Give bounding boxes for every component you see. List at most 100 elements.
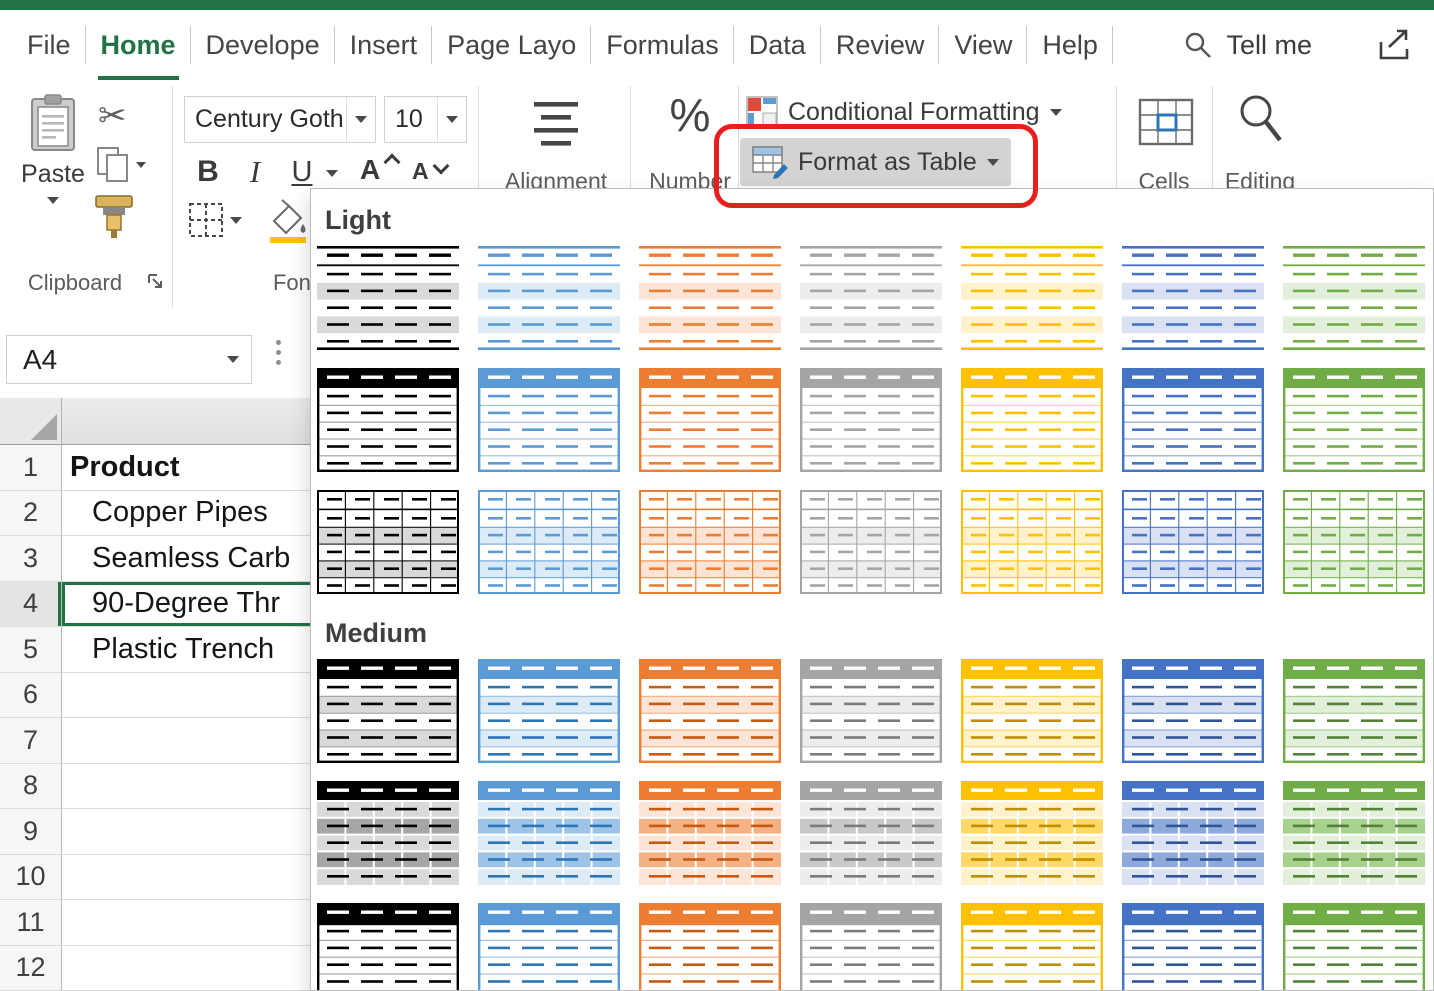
borders-button[interactable] [188, 202, 242, 238]
table-style-medium-20[interactable] [1122, 903, 1264, 991]
table-style-medium-2[interactable] [478, 659, 620, 763]
table-style-medium-7[interactable] [1283, 659, 1425, 763]
tab-data[interactable]: Data [734, 10, 821, 80]
row-header-11[interactable]: 11 [0, 900, 62, 946]
table-style-light-15[interactable] [317, 490, 459, 594]
paste-button[interactable]: Paste [14, 88, 92, 262]
format-as-table-button[interactable]: Format as Table [740, 138, 1011, 186]
bold-button[interactable]: B [190, 150, 226, 194]
table-style-light-1[interactable] [317, 246, 459, 350]
table-style-medium-12[interactable] [961, 781, 1103, 885]
format-as-table-icon [752, 145, 788, 179]
tab-page-layo[interactable]: Page Layo [432, 10, 591, 80]
table-style-medium-15[interactable] [317, 903, 459, 991]
font-size-select[interactable]: 10 [384, 96, 467, 143]
row-header-3[interactable]: 3 [0, 536, 62, 582]
row-header-6[interactable]: 6 [0, 673, 62, 719]
table-style-medium-21[interactable] [1283, 903, 1425, 991]
tab-develope[interactable]: Develope [191, 10, 335, 80]
tell-me-button[interactable]: Tell me [1184, 10, 1312, 80]
conditional-formatting-icon [746, 96, 778, 128]
table-style-light-19[interactable] [961, 490, 1103, 594]
table-style-light-16[interactable] [478, 490, 620, 594]
row-header-4[interactable]: 4 [0, 582, 62, 628]
formula-bar-splitter-icon[interactable] [276, 340, 281, 365]
row-header-1[interactable]: 1 [0, 445, 62, 491]
alignment-group-button[interactable] [534, 98, 578, 155]
decrease-font-size-button[interactable]: A [412, 158, 447, 185]
table-style-medium-13[interactable] [1122, 781, 1264, 885]
row-header-2[interactable]: 2 [0, 491, 62, 537]
italic-button[interactable]: I [240, 150, 270, 194]
table-style-light-5[interactable] [961, 246, 1103, 350]
cells-group-button[interactable] [1138, 94, 1194, 153]
number-group-button[interactable]: % [648, 88, 732, 142]
increase-font-size-button[interactable]: A [360, 154, 398, 186]
format-painter-button[interactable] [90, 194, 138, 240]
table-style-medium-16[interactable] [478, 903, 620, 991]
table-style-light-7[interactable] [1283, 246, 1425, 350]
table-style-medium-6[interactable] [1122, 659, 1264, 763]
table-style-medium-8[interactable] [317, 781, 459, 885]
table-style-medium-19[interactable] [961, 903, 1103, 991]
table-style-medium-17[interactable] [639, 903, 781, 991]
underline-dropdown-icon[interactable] [326, 170, 338, 177]
cut-button[interactable]: ✂ [98, 96, 127, 136]
gallery-section-title: Light [311, 199, 1433, 246]
clipboard-dialog-launcher[interactable] [146, 272, 164, 295]
table-style-medium-1[interactable] [317, 659, 459, 763]
table-style-medium-10[interactable] [639, 781, 781, 885]
copy-icon [96, 146, 130, 184]
tell-me-label: Tell me [1226, 30, 1312, 61]
table-style-light-11[interactable] [800, 368, 942, 472]
menubar-tabs: FileHomeDevelopeInsertPage LayoFormulasD… [0, 10, 1113, 80]
table-style-light-3[interactable] [639, 246, 781, 350]
table-style-light-13[interactable] [1122, 368, 1264, 472]
table-style-light-21[interactable] [1283, 490, 1425, 594]
table-style-light-18[interactable] [800, 490, 942, 594]
tab-review[interactable]: Review [821, 10, 940, 80]
row-header-8[interactable]: 8 [0, 764, 62, 810]
row-header-7[interactable]: 7 [0, 718, 62, 764]
table-style-medium-5[interactable] [961, 659, 1103, 763]
row-header-5[interactable]: 5 [0, 627, 62, 673]
chevron-down-icon[interactable] [227, 356, 239, 363]
name-box-value: A4 [7, 344, 227, 376]
select-all-corner[interactable] [0, 398, 62, 445]
table-style-light-12[interactable] [961, 368, 1103, 472]
table-style-light-10[interactable] [639, 368, 781, 472]
table-style-medium-14[interactable] [1283, 781, 1425, 885]
table-style-light-14[interactable] [1283, 368, 1425, 472]
table-style-light-8[interactable] [317, 368, 459, 472]
table-style-medium-9[interactable] [478, 781, 620, 885]
conditional-formatting-button[interactable]: Conditional Formatting [746, 92, 1062, 132]
table-style-medium-3[interactable] [639, 659, 781, 763]
table-style-medium-18[interactable] [800, 903, 942, 991]
dialog-launcher-icon [146, 272, 164, 290]
table-style-light-17[interactable] [639, 490, 781, 594]
tab-view[interactable]: View [939, 10, 1027, 80]
chevron-down-icon[interactable] [346, 97, 375, 142]
table-style-medium-4[interactable] [800, 659, 942, 763]
table-style-light-6[interactable] [1122, 246, 1264, 350]
tab-insert[interactable]: Insert [335, 10, 433, 80]
tab-file[interactable]: File [12, 10, 86, 80]
table-style-light-20[interactable] [1122, 490, 1264, 594]
table-style-light-2[interactable] [478, 246, 620, 350]
tab-home[interactable]: Home [86, 10, 191, 80]
tab-help[interactable]: Help [1027, 10, 1113, 80]
share-button[interactable] [1376, 10, 1412, 80]
copy-button[interactable] [96, 146, 146, 184]
table-style-light-4[interactable] [800, 246, 942, 350]
table-style-medium-11[interactable] [800, 781, 942, 885]
name-box[interactable]: A4 [6, 335, 252, 384]
tab-formulas[interactable]: Formulas [591, 10, 734, 80]
editing-group-button[interactable] [1236, 92, 1284, 151]
row-header-9[interactable]: 9 [0, 809, 62, 855]
row-header-12[interactable]: 12 [0, 946, 62, 991]
font-name-select[interactable]: Century Goth [184, 96, 376, 143]
chevron-down-icon[interactable] [437, 97, 466, 142]
fill-color-button[interactable] [264, 198, 310, 244]
row-header-10[interactable]: 10 [0, 855, 62, 901]
table-style-light-9[interactable] [478, 368, 620, 472]
